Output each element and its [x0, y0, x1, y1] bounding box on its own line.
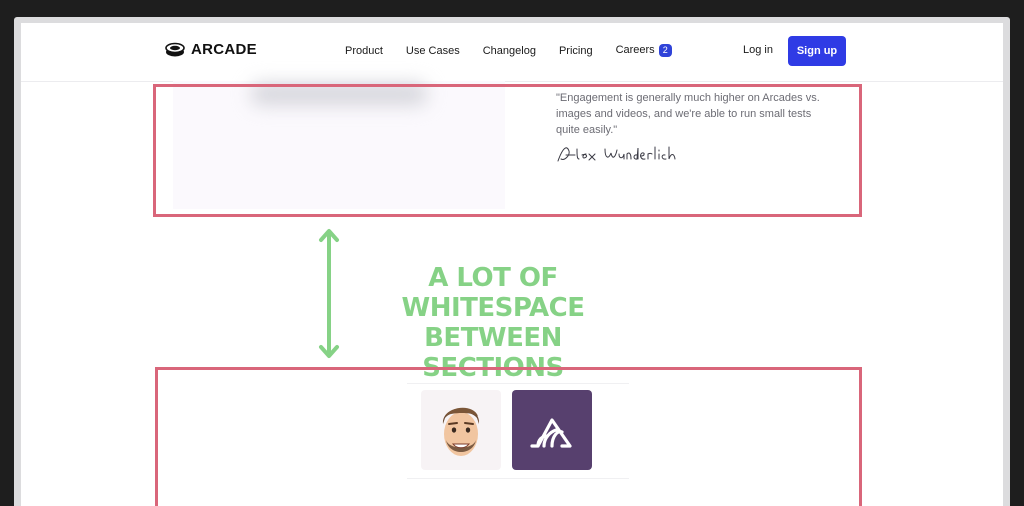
highlight-box-testimonial: [153, 84, 862, 217]
logo-text: ARCADE: [191, 41, 257, 58]
careers-count-badge: 2: [658, 44, 672, 57]
nav-changelog[interactable]: Changelog: [483, 45, 536, 57]
highlight-box-customer-logos: [155, 367, 862, 506]
login-link[interactable]: Log in: [743, 44, 773, 56]
nav-careers[interactable]: Careers 2: [616, 44, 672, 57]
nav-links: Product Use Cases Changelog Pricing Care…: [345, 44, 695, 57]
signup-button[interactable]: Sign up: [788, 36, 846, 66]
nav-use-cases[interactable]: Use Cases: [406, 45, 460, 57]
top-navigation: ARCADE Product Use Cases Changelog Prici…: [21, 23, 1003, 82]
arcade-logo-icon: [165, 42, 185, 56]
nav-careers-label: Careers: [615, 44, 655, 56]
nav-product[interactable]: Product: [345, 45, 383, 57]
web-page: ARCADE Product Use Cases Changelog Prici…: [21, 23, 1003, 506]
arcade-logo[interactable]: ARCADE: [165, 41, 257, 58]
whitespace-annotation: A LOT OF WHITESPACE BETWEEN SECTIONS: [356, 263, 630, 383]
annotation-line-1: A LOT OF WHITESPACE: [401, 263, 585, 323]
double-arrow-icon: [319, 229, 339, 358]
nav-pricing[interactable]: Pricing: [559, 45, 593, 57]
